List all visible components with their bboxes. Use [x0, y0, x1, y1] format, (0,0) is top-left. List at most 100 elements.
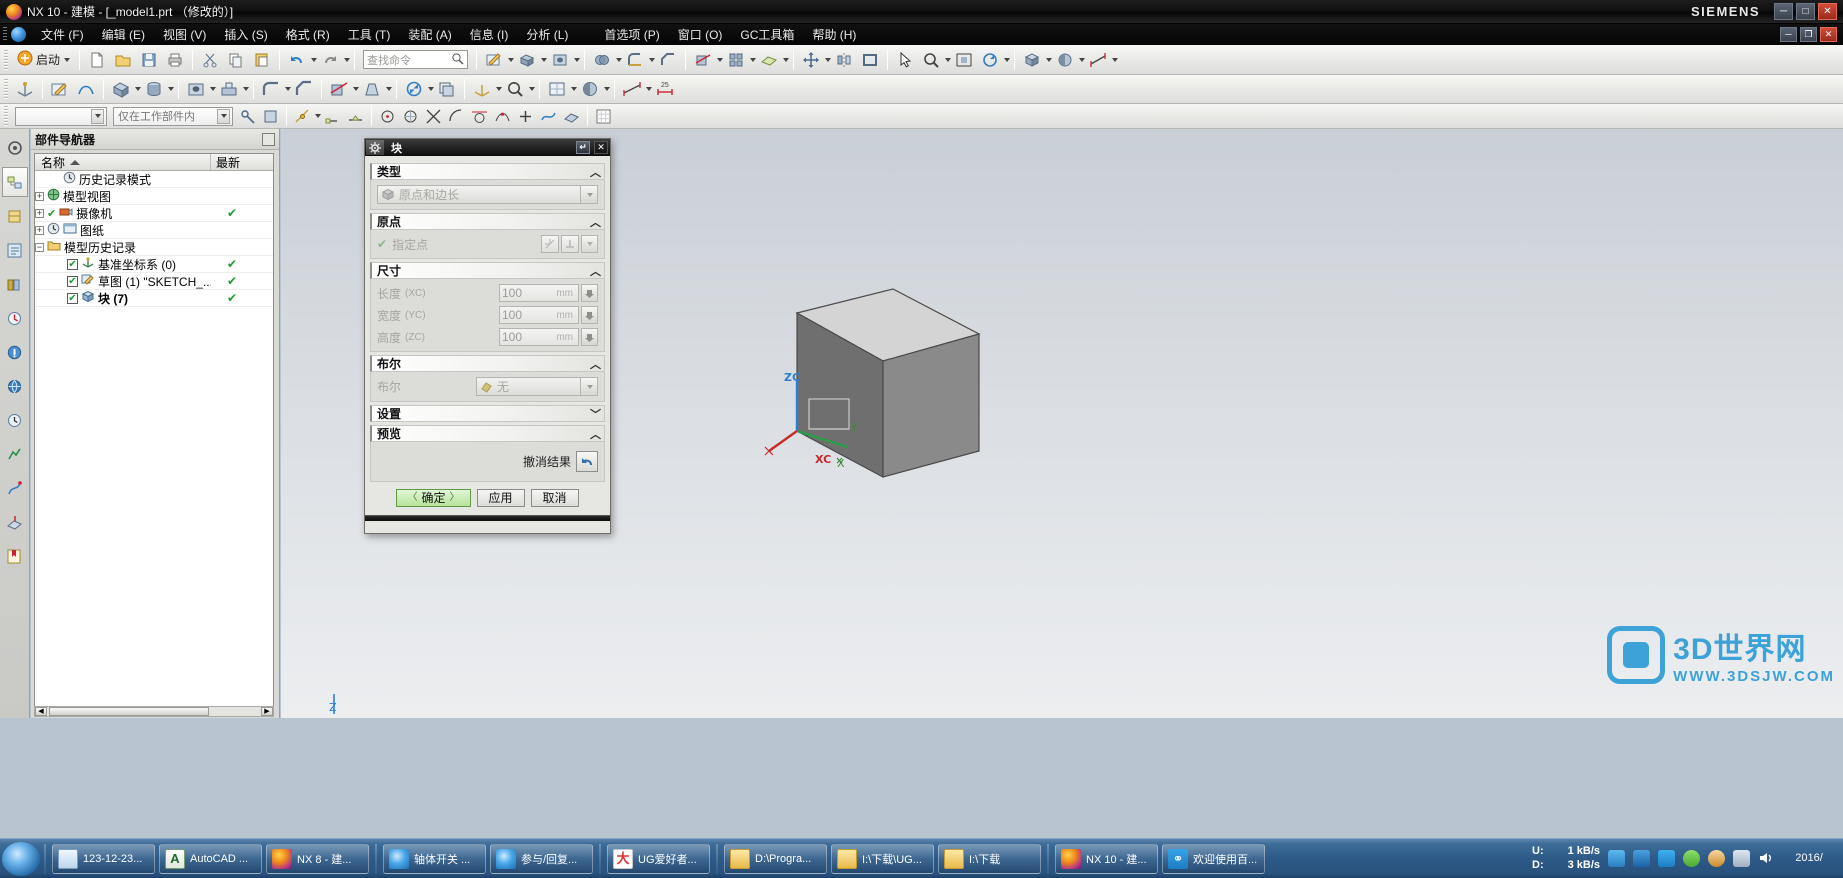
datum-plane-button[interactable] — [757, 48, 781, 71]
snap-quadrant-button[interactable] — [400, 106, 421, 127]
tree-expander[interactable]: + — [35, 191, 44, 201]
column-header-name[interactable]: 名称 — [35, 154, 211, 170]
tree-expander[interactable]: + — [35, 225, 44, 235]
taskbar-clock[interactable]: 2016/ — [1783, 851, 1835, 865]
doc-close-button[interactable]: ✕ — [1820, 27, 1837, 42]
display-grid-button[interactable] — [593, 106, 614, 127]
tray-wechat-icon[interactable] — [1683, 850, 1700, 867]
chevron-down-icon[interactable] — [1046, 57, 1053, 62]
menu-item-gc-toolbox[interactable]: GC工具箱 — [731, 26, 803, 43]
width-stepper[interactable] — [581, 306, 598, 324]
sketch-curve-button[interactable] — [74, 78, 98, 101]
snap-point-on-curve-button[interactable] — [492, 106, 513, 127]
rail-constraint-navigator[interactable] — [2, 201, 28, 231]
revolve-button[interactable] — [142, 78, 166, 101]
rail-history-clock[interactable] — [2, 405, 28, 435]
draft-button[interactable] — [360, 78, 384, 101]
measure-distance-button[interactable] — [1086, 48, 1110, 71]
chevron-down-icon[interactable] — [311, 57, 318, 62]
chevron-down-icon[interactable] — [285, 87, 291, 91]
height-input[interactable]: 100 mm — [499, 328, 579, 346]
menu-item-file[interactable]: 文件 (F) — [32, 26, 93, 43]
tree-row-drawings[interactable]: + 图纸 — [35, 222, 273, 239]
section-header-origin[interactable]: 原点 ︿ — [370, 213, 605, 230]
edge-blend-button[interactable] — [623, 48, 647, 71]
tree-row-model-history[interactable]: − 模型历史记录 — [35, 239, 273, 256]
snap-intersection-button[interactable] — [423, 106, 444, 127]
tree-row-history-mode[interactable]: 历史记录模式 — [35, 171, 273, 188]
rail-reuse-library[interactable] — [2, 269, 28, 299]
rail-roles-palette[interactable] — [2, 337, 28, 367]
chevron-down-icon[interactable] — [750, 57, 757, 62]
snap-face-button[interactable] — [561, 106, 582, 127]
height-stepper[interactable] — [581, 328, 598, 346]
chevron-down-icon[interactable] — [580, 378, 597, 395]
measure-button[interactable] — [620, 78, 644, 101]
apply-button[interactable]: 应用 — [476, 489, 525, 507]
mirror-button[interactable] — [832, 48, 856, 71]
start-menu-button[interactable]: 启动 — [12, 48, 75, 71]
type-dropdown[interactable]: 原点和边长 — [377, 185, 598, 204]
select-feature-button[interactable] — [260, 106, 281, 127]
paste-button[interactable] — [250, 48, 274, 71]
pin-panel-button[interactable] — [262, 132, 275, 146]
snap-endpoint-button[interactable] — [322, 106, 343, 127]
new-file-button[interactable] — [85, 48, 109, 71]
selection-scope-combo[interactable]: 仅在工作部件内 — [113, 106, 233, 126]
rail-part-navigator[interactable] — [2, 235, 28, 265]
chevron-down-icon[interactable] — [529, 87, 535, 91]
toolbar-grip[interactable] — [4, 49, 8, 70]
taskbar-item-baidu[interactable]: ⚭ 欢迎使用百... — [1162, 843, 1265, 874]
snap-tangent-button[interactable] — [469, 106, 490, 127]
hole-button[interactable] — [548, 48, 572, 71]
menu-item-preferences[interactable]: 首选项 (P) — [595, 26, 668, 43]
menu-item-edit[interactable]: 编辑 (E) — [93, 26, 154, 43]
cut-button[interactable] — [198, 48, 222, 71]
sketch-in-task-button[interactable] — [48, 78, 72, 101]
menu-item-information[interactable]: 信息 (I) — [461, 26, 518, 43]
command-finder-input[interactable]: 查找命令 — [363, 50, 469, 69]
tree-row-sketch[interactable]: ✔ 草图 (1) "SKETCH_... ✔ — [35, 273, 273, 290]
menu-item-insert[interactable]: 插入 (S) — [215, 26, 276, 43]
shell-button[interactable] — [858, 48, 882, 71]
tree-row-checkbox[interactable]: ✔ — [67, 258, 78, 270]
chevron-down-icon[interactable] — [168, 87, 174, 91]
window-maximize-button[interactable]: □ — [1796, 3, 1815, 20]
menu-item-view[interactable]: 视图 (V) — [154, 26, 215, 43]
tray-qq-icon[interactable] — [1708, 850, 1725, 867]
chamfer-button[interactable] — [656, 48, 680, 71]
chevron-up-icon[interactable]: ︿ — [590, 356, 601, 372]
scroll-thumb[interactable] — [49, 707, 209, 716]
window-close-button[interactable]: ✕ — [1818, 3, 1837, 20]
ok-button[interactable]: 〈 确定 〉 — [396, 489, 471, 507]
tray-antivirus-icon[interactable] — [1633, 850, 1650, 867]
taskbar-item-folder-download[interactable]: I:\下载 — [938, 843, 1041, 874]
section-header-boolean[interactable]: 布尔 ︿ — [370, 355, 605, 372]
display-mode-button[interactable] — [578, 78, 602, 101]
chevron-down-icon[interactable] — [315, 114, 321, 118]
move-object-button[interactable] — [799, 48, 823, 71]
dialog-resize-grip[interactable] — [365, 515, 610, 521]
point-options-dropdown[interactable] — [581, 235, 598, 253]
dimension-button[interactable]: 25 — [653, 78, 677, 101]
chevron-down-icon[interactable] — [649, 57, 656, 62]
boss-pad-button[interactable] — [217, 78, 241, 101]
chevron-down-icon[interactable] — [217, 108, 230, 124]
selection-type-combo[interactable] — [15, 106, 107, 126]
chevron-down-icon[interactable] — [571, 87, 577, 91]
navigator-horizontal-scrollbar[interactable]: ◀ ▶ — [34, 706, 274, 717]
extrude-feature-button[interactable] — [109, 78, 133, 101]
hole-feature-button[interactable] — [184, 78, 208, 101]
chevron-down-icon[interactable] — [508, 57, 515, 62]
undo-result-button[interactable] — [576, 451, 598, 472]
taskbar-item-nx10[interactable]: NX 10 - 建... — [1055, 843, 1158, 874]
select-general-button[interactable] — [237, 106, 258, 127]
open-file-button[interactable] — [111, 48, 135, 71]
section-header-settings[interactable]: 设置 ﹀ — [370, 405, 605, 422]
chevron-down-icon[interactable] — [496, 87, 502, 91]
dialog-close-button[interactable]: ✕ — [594, 141, 608, 154]
chevron-up-icon[interactable]: ︿ — [590, 426, 601, 442]
sketch-button[interactable] — [482, 48, 506, 71]
chamfer-feature-button[interactable] — [292, 78, 316, 101]
chevron-up-icon[interactable]: ︿ — [590, 214, 601, 230]
